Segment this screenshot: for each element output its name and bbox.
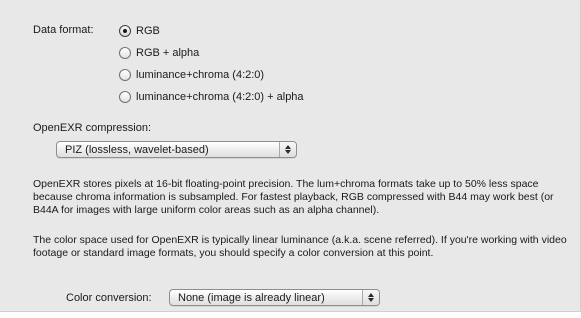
- radio-indicator-selected[interactable]: [119, 25, 131, 37]
- compression-popup-value: PIZ (lossless, wavelet-based): [65, 143, 209, 156]
- radio-indicator[interactable]: [119, 69, 131, 81]
- radio-rgb-alpha[interactable]: RGB + alpha: [119, 45, 199, 61]
- data-format-label: Data format:: [33, 24, 94, 36]
- color-space-description: The color space used for OpenEXR is typi…: [33, 234, 567, 259]
- up-down-chevron-icon[interactable]: [362, 290, 379, 305]
- radio-luminance-chroma[interactable]: luminance+chroma (4:2:0): [119, 67, 264, 83]
- color-conversion-popup-value: None (image is already linear): [178, 291, 325, 304]
- radio-indicator[interactable]: [119, 47, 131, 59]
- radio-label-rgb: RGB: [136, 25, 160, 37]
- radio-rgb[interactable]: RGB: [119, 23, 160, 39]
- openexr-settings-panel: Data format: RGB RGB + alpha luminance+c…: [0, 0, 581, 312]
- compression-label: OpenEXR compression:: [33, 122, 151, 134]
- radio-label-luminance-chroma: luminance+chroma (4:2:0): [136, 69, 265, 81]
- radio-luminance-chroma-alpha[interactable]: luminance+chroma (4:2:0) + alpha: [119, 89, 304, 105]
- up-down-chevron-icon[interactable]: [279, 142, 296, 157]
- chevron-down-icon: [368, 298, 374, 302]
- chevron-up-icon: [368, 293, 374, 297]
- radio-label-rgb-alpha: RGB + alpha: [136, 47, 200, 59]
- compression-popup[interactable]: PIZ (lossless, wavelet-based): [56, 141, 297, 158]
- color-conversion-popup[interactable]: None (image is already linear): [169, 289, 380, 306]
- chevron-up-icon: [285, 145, 291, 149]
- chevron-down-icon: [285, 150, 291, 154]
- radio-label-luminance-chroma-alpha: luminance+chroma (4:2:0) + alpha: [136, 91, 304, 103]
- compression-description: OpenEXR stores pixels at 16-bit floating…: [33, 178, 554, 216]
- color-conversion-label: Color conversion:: [66, 292, 152, 304]
- radio-indicator[interactable]: [119, 91, 131, 103]
